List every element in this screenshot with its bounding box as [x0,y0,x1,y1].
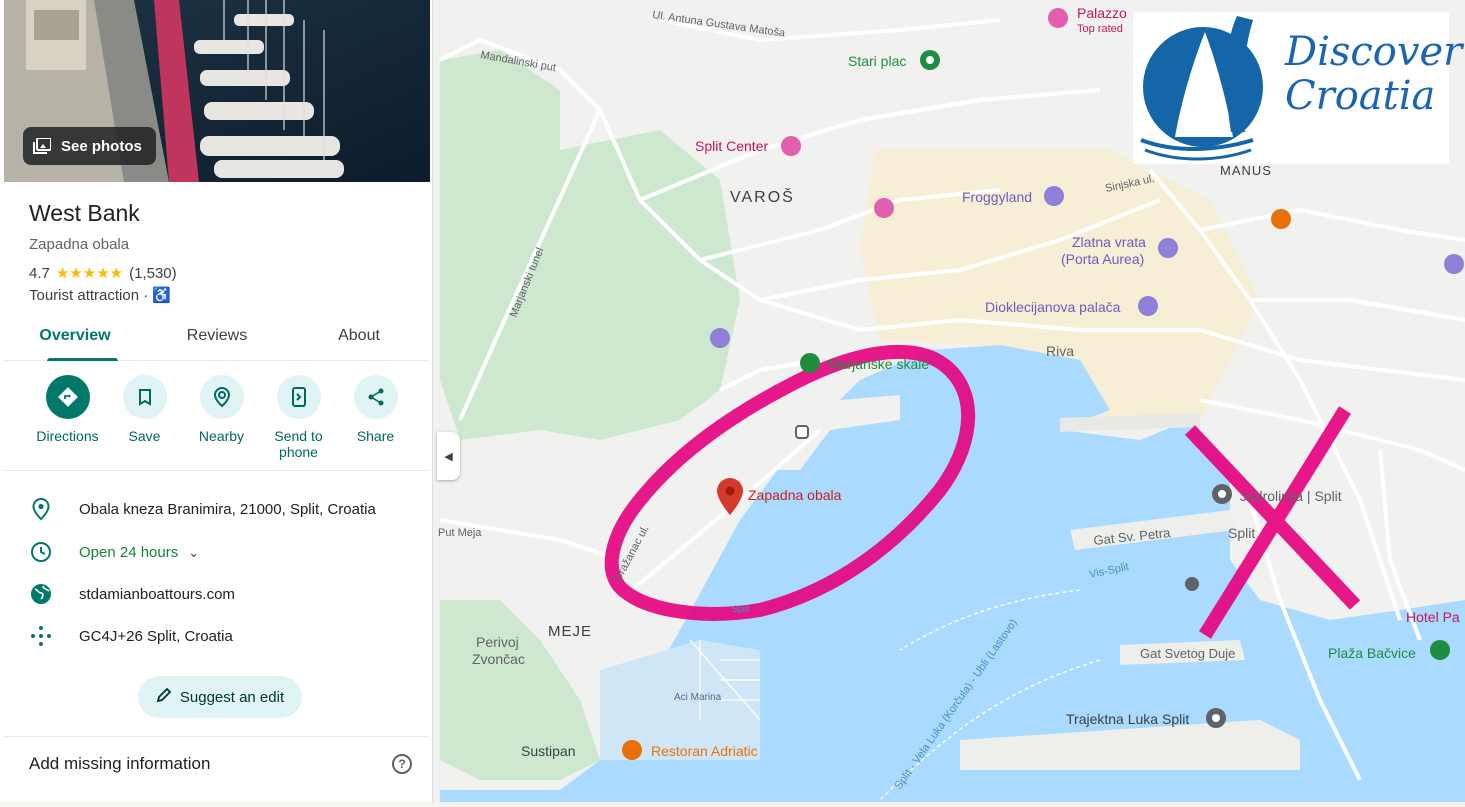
map-label: Sustipan [521,743,575,759]
directions-button[interactable]: Directions [29,372,106,460]
place-panel: See photos West Bank Zapadna obala 4.7 ★… [0,0,433,802]
nearby-icon [199,375,244,419]
map-label: Gat Svetog Duje [1140,646,1235,661]
rating-value: 4.7 [29,264,50,282]
nearby-label: Nearby [198,428,245,444]
logo-line-1: Discover [1285,29,1463,75]
help-icon[interactable]: ? [392,754,412,774]
place-title: West Bank [29,200,140,226]
map-label: Zapadna obala [748,487,842,503]
map-label: VAROŠ [730,187,795,206]
reviews-count[interactable]: (1,530) [129,265,177,282]
photo-gallery-icon [33,138,51,154]
map-label: Trajektna Luka Split [1066,711,1189,727]
discover-croatia-logo: Discover Croatia [1133,12,1462,164]
map-label: Split [1228,525,1255,541]
map-label: Plaža Bačvice [1328,645,1416,661]
map-label: Jadrolinija | Split [1240,488,1342,504]
wheelchair-icon[interactable]: ♿ [152,286,171,304]
map-label: Zlatna vrata [1072,234,1146,250]
chevron-down-icon[interactable]: ⌄ [188,545,199,560]
map-label: (Porta Aurea) [1061,251,1144,267]
globe-icon [29,582,53,606]
divider [4,736,430,737]
website-row[interactable]: stdamianboattours.com [29,582,235,606]
map-label: Split [732,604,750,614]
tab-about[interactable]: About [288,318,430,360]
map-label: Aci Marina [674,692,722,703]
clock-icon [29,540,53,564]
logo-line-2: Croatia [1285,73,1436,119]
bookmark-icon [122,375,167,419]
place-tabs: Overview Reviews About [4,318,430,361]
map-label: Marjanske skale [828,356,929,372]
place-photo[interactable]: See photos [4,0,430,182]
plus-code-text: GC4J+26 Split, Croatia [79,627,233,645]
share-icon [353,375,398,419]
category-row: Tourist attraction · ♿ [29,286,171,305]
see-photos-button[interactable]: See photos [23,127,156,165]
address-text: Obala kneza Branimira, 21000, Split, Cro… [79,500,376,518]
map-label: Froggyland [962,189,1032,205]
pencil-icon [156,687,172,707]
map-label: Riva [1046,343,1074,359]
collapse-panel-button[interactable]: ◀ [437,432,460,480]
map-label: Zvončac [472,651,525,667]
send-to-phone-label: Send to phone [274,428,323,460]
plus-code-icon [29,624,53,648]
map-label: Stari plac [848,53,906,69]
rating-stars: ★★★★★ [55,265,124,282]
logo-text: Discover Croatia [1285,30,1462,118]
tab-overview[interactable]: Overview [4,318,146,361]
map-label: Split Center [695,138,768,154]
map-label: Palazzo [1077,5,1127,21]
directions-label: Directions [36,428,99,444]
website-link[interactable]: stdamianboattours.com [79,586,235,603]
add-missing-info[interactable]: Add missing information [29,754,210,774]
directions-icon [45,375,90,419]
send-to-phone-icon [276,375,321,419]
save-button[interactable]: Save [106,372,183,460]
map-label: MEJE [548,623,592,640]
place-category[interactable]: Tourist attraction · [29,287,148,304]
map-label: Dioklecijanova palača [985,299,1121,315]
share-label: Share [356,428,395,444]
suggest-edit-label: Suggest an edit [179,688,285,706]
map-label: MANUS [1220,163,1272,178]
divider [4,470,430,471]
map-label: Perivoj [476,634,519,650]
address-row[interactable]: Obala kneza Branimira, 21000, Split, Cro… [29,497,376,521]
action-bar: Directions Save Nearby Send to phone Sha… [4,372,430,460]
map-label: Hotel Pa [1406,609,1460,625]
pier [1059,413,1201,432]
map-label: Restoran Adriatic [651,743,758,759]
see-photos-label: See photos [61,137,142,155]
rating-row: 4.7 ★★★★★ (1,530) [29,264,177,283]
plus-code-row[interactable]: GC4J+26 Split, Croatia [29,624,233,648]
place-subtitle: Zapadna obala [29,236,130,253]
hours-text: Open 24 hours [79,543,179,561]
hours-row[interactable]: Open 24 hours ⌄ [29,540,199,564]
send-to-phone-button[interactable]: Send to phone [260,372,337,460]
map-label: Top rated [1077,23,1123,35]
save-label: Save [128,428,161,444]
share-button[interactable]: Share [337,372,414,460]
suggest-edit-button[interactable]: Suggest an edit [138,676,302,718]
location-pin-icon [29,497,53,521]
map-label: Put Meja [438,527,482,539]
nearby-button[interactable]: Nearby [183,372,260,460]
tab-reviews[interactable]: Reviews [146,318,288,360]
